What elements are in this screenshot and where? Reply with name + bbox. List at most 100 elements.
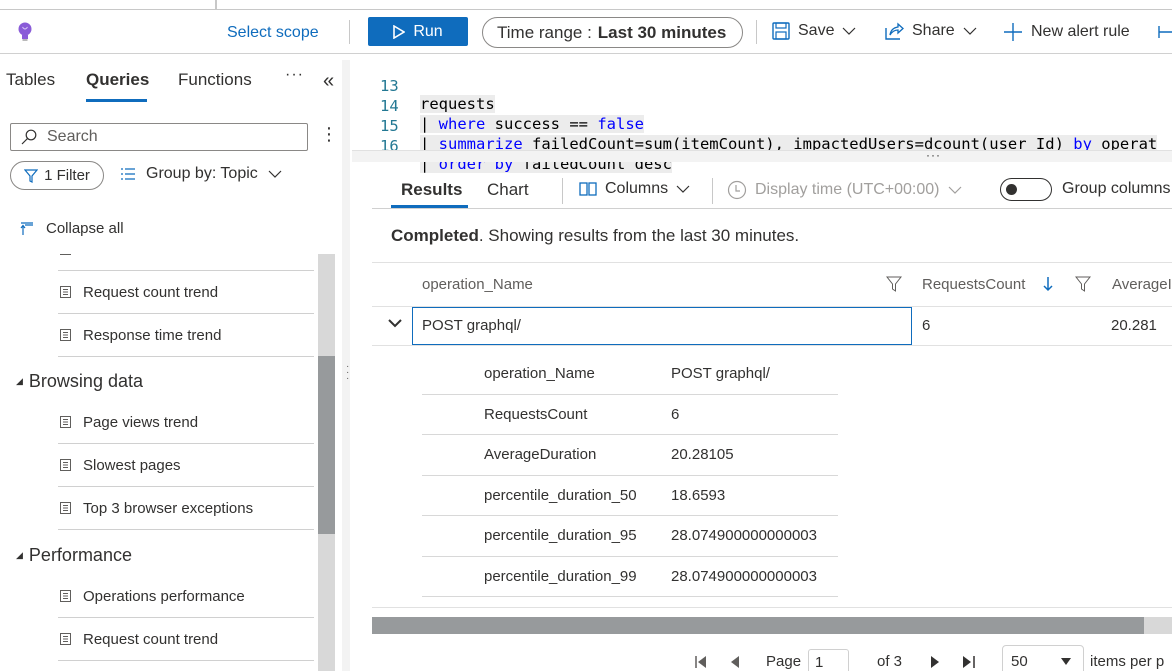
tab-functions[interactable]: Functions xyxy=(178,70,252,90)
detail-value: 28.074900000000003 xyxy=(671,567,817,585)
cell-operation-name[interactable]: POST graphql/ xyxy=(422,317,521,334)
query-doc-icon xyxy=(60,459,71,471)
editor-resize-bar[interactable] xyxy=(352,150,1172,162)
tree-item[interactable]: Operations performance xyxy=(58,575,314,618)
detail-row: operation_Name POST graphql/ xyxy=(422,354,838,395)
tree-item-partial[interactable] xyxy=(58,254,314,271)
chevron-down-icon xyxy=(948,186,961,194)
tab-chart[interactable]: Chart xyxy=(487,180,529,200)
collapse-all-label: Collapse all xyxy=(46,220,124,237)
query-tree: Request count trend Response time trend … xyxy=(0,254,318,671)
detail-value: 20.28105 xyxy=(671,446,734,463)
detail-row: percentile_duration_50 18.6593 xyxy=(422,476,838,516)
code-line: 13 requests xyxy=(352,59,495,113)
filter-button[interactable]: 1 Filter xyxy=(10,161,104,190)
tree-item[interactable]: Slowest pages xyxy=(58,444,314,487)
active-tab-indicator xyxy=(86,99,147,102)
display-time-dropdown[interactable]: Display time (UTC+00:00) xyxy=(727,180,962,200)
column-header-average-duration[interactable]: AverageI xyxy=(1112,276,1172,293)
filter-icon[interactable] xyxy=(1075,276,1091,292)
code-text: requests xyxy=(420,95,495,113)
detail-value: 18.6593 xyxy=(671,486,726,504)
group-by-dropdown[interactable]: Group by: Topic xyxy=(120,165,282,183)
chevron-down-icon xyxy=(676,185,690,193)
dropdown-arrow-icon[interactable] xyxy=(1060,657,1072,666)
header-area xyxy=(216,0,1172,10)
query-doc-icon xyxy=(60,416,71,428)
collapse-all-button[interactable]: Collapse all xyxy=(20,220,124,237)
horizontal-scrollbar-thumb[interactable] xyxy=(372,617,1144,634)
detail-key: percentile_duration_50 xyxy=(484,486,637,504)
tree-group-performance[interactable]: ◢ Performance xyxy=(16,545,132,566)
tree-item[interactable]: Page views trend xyxy=(58,401,314,444)
sort-descending-icon[interactable] xyxy=(1043,276,1053,292)
splitter-grip-icon[interactable]: · · · xyxy=(346,362,349,384)
collapse-pane-icon[interactable]: « xyxy=(323,70,334,93)
share-label: Share xyxy=(912,22,955,39)
search-options-icon[interactable]: ⋮ xyxy=(320,124,338,145)
save-button[interactable]: Save xyxy=(772,22,856,40)
items-per-page-label: items per p xyxy=(1090,653,1165,670)
divider xyxy=(562,178,563,204)
share-button[interactable]: Share xyxy=(884,22,977,40)
select-scope-link[interactable]: Select scope xyxy=(227,24,319,42)
save-icon xyxy=(772,22,790,40)
divider xyxy=(712,178,713,204)
cell-average-duration[interactable]: 20.281 xyxy=(1111,317,1157,334)
left-panel-tabs: Tables Queries Functions ··· « xyxy=(0,62,350,102)
page-count-label: of 3 xyxy=(877,653,903,670)
query-editor[interactable]: 13 requests 14 | where success == false … xyxy=(352,54,1172,173)
query-doc-icon xyxy=(60,633,71,645)
tree-item-label: Operations performance xyxy=(83,587,245,605)
editor-resize-grip-icon[interactable]: ··· xyxy=(926,148,941,162)
results-toolbar: Results Chart Columns Display time (UTC+… xyxy=(372,172,1172,209)
time-range-picker[interactable]: Time range : Last 30 minutes xyxy=(482,17,743,48)
chevron-down-icon[interactable] xyxy=(388,319,402,328)
detail-row: percentile_duration_95 28.074900000000003 xyxy=(422,516,838,557)
tab-tables[interactable]: Tables xyxy=(6,70,55,90)
cell-requests-count[interactable]: 6 xyxy=(922,317,930,334)
time-range-label: Time range : xyxy=(497,22,592,42)
tree-item-label: Slowest pages xyxy=(83,456,181,474)
detail-value: 28.074900000000003 xyxy=(671,527,817,544)
column-header-requests-count[interactable]: RequestsCount xyxy=(922,276,1025,293)
filter-icon[interactable] xyxy=(886,276,902,292)
tree-item[interactable]: Top 3 browser exceptions xyxy=(58,487,314,530)
save-label: Save xyxy=(798,22,835,39)
columns-dropdown[interactable]: Columns xyxy=(579,180,690,198)
new-alert-rule-button[interactable]: New alert rule xyxy=(1003,22,1130,42)
tab-results[interactable]: Results xyxy=(401,180,462,200)
chevron-down-icon xyxy=(843,27,856,35)
search-input[interactable]: Search xyxy=(10,123,308,151)
columns-icon xyxy=(579,182,597,196)
pagination: Page 1 of 3 50 items per p xyxy=(690,645,1172,671)
expanded-triangle-icon: ◢ xyxy=(16,376,23,386)
tree-item[interactable]: Request count trend xyxy=(58,271,314,314)
page-number-input[interactable]: 1 xyxy=(808,649,849,671)
export-icon[interactable] xyxy=(1158,24,1172,40)
run-label: Run xyxy=(413,22,443,40)
previous-page-icon[interactable] xyxy=(730,655,740,669)
collapse-all-icon xyxy=(20,221,33,235)
active-tab-indicator xyxy=(391,205,468,208)
group-columns-toggle[interactable] xyxy=(1000,178,1052,201)
tree-group-browsing-data[interactable]: ◢ Browsing data xyxy=(16,371,143,392)
more-options-button[interactable]: ··· xyxy=(285,66,304,84)
tree-item[interactable]: Response time trend xyxy=(58,314,314,357)
tree-scrollbar-thumb[interactable] xyxy=(318,356,335,534)
play-icon xyxy=(393,24,406,39)
code-keyword: false xyxy=(597,115,644,133)
horizontal-scrollbar[interactable] xyxy=(372,617,1172,634)
column-header-operation-name[interactable]: operation_Name xyxy=(422,276,533,293)
tree-scrollbar[interactable] xyxy=(318,254,335,671)
columns-label: Columns xyxy=(605,180,669,197)
table-row[interactable]: POST graphql/ 6 20.281 xyxy=(372,307,1172,346)
tree-item[interactable]: Request count trend xyxy=(58,618,314,661)
last-page-icon[interactable] xyxy=(962,655,976,669)
first-page-icon[interactable] xyxy=(694,655,708,669)
expanded-triangle-icon: ◢ xyxy=(16,550,23,560)
detail-key: operation_Name xyxy=(484,365,595,382)
run-button[interactable]: Run xyxy=(368,17,468,46)
tab-queries[interactable]: Queries xyxy=(86,70,149,90)
next-page-icon[interactable] xyxy=(930,655,940,669)
